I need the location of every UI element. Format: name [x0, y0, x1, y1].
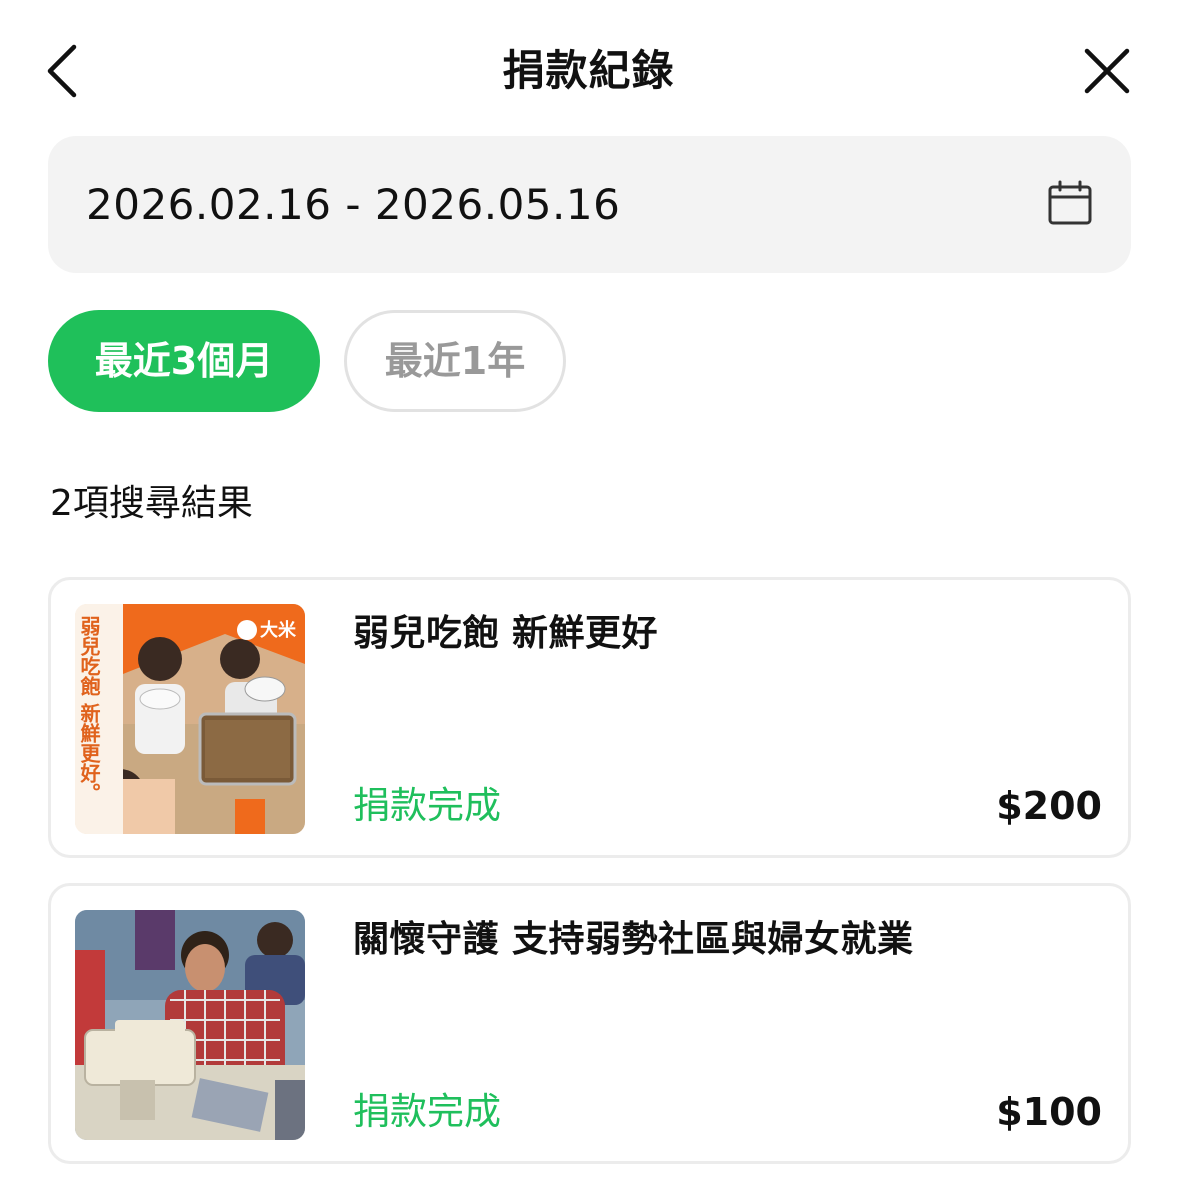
donation-status: 捐款完成: [353, 1090, 501, 1133]
header: 捐款紀錄: [0, 0, 1177, 136]
filter-chip-3-months[interactable]: 最近3個月: [48, 310, 320, 412]
filter-chip-1-year[interactable]: 最近1年: [344, 310, 566, 412]
close-button[interactable]: [1070, 36, 1144, 106]
donation-card[interactable]: 弱兒吃飽 新鮮更好。 大米 弱兒吃飽 新鮮更好 捐款完成 $200: [48, 577, 1131, 858]
calendar-icon[interactable]: [1046, 180, 1094, 228]
close-icon: [1084, 48, 1130, 94]
donation-photo-image: 弱兒吃飽 新鮮更好。 大米: [75, 604, 305, 834]
donation-thumbnail: [75, 910, 305, 1140]
donation-title: 關懷守護 支持弱勢社區與婦女就業: [353, 919, 914, 960]
donation-card[interactable]: 關懷守護 支持弱勢社區與婦女就業 捐款完成 $100: [48, 883, 1131, 1164]
donation-status: 捐款完成: [353, 784, 501, 827]
page-title: 捐款紀錄: [502, 46, 675, 95]
thumbnail-caption: 弱兒吃飽 新鮮更好。: [77, 616, 101, 803]
donation-amount: $200: [996, 784, 1102, 828]
donation-amount: $100: [996, 1090, 1102, 1134]
date-range-field[interactable]: 2026.02.16 - 2026.05.16: [48, 136, 1131, 273]
thumbnail-logo-text: 大米: [260, 619, 297, 641]
donation-thumbnail: 弱兒吃飽 新鮮更好。 大米: [75, 604, 305, 834]
donation-title: 弱兒吃飽 新鮮更好: [353, 613, 659, 654]
date-range-value: 2026.02.16 - 2026.05.16: [86, 180, 621, 229]
donation-photo-image: [75, 910, 305, 1140]
result-count: 2項搜尋結果: [50, 483, 253, 524]
